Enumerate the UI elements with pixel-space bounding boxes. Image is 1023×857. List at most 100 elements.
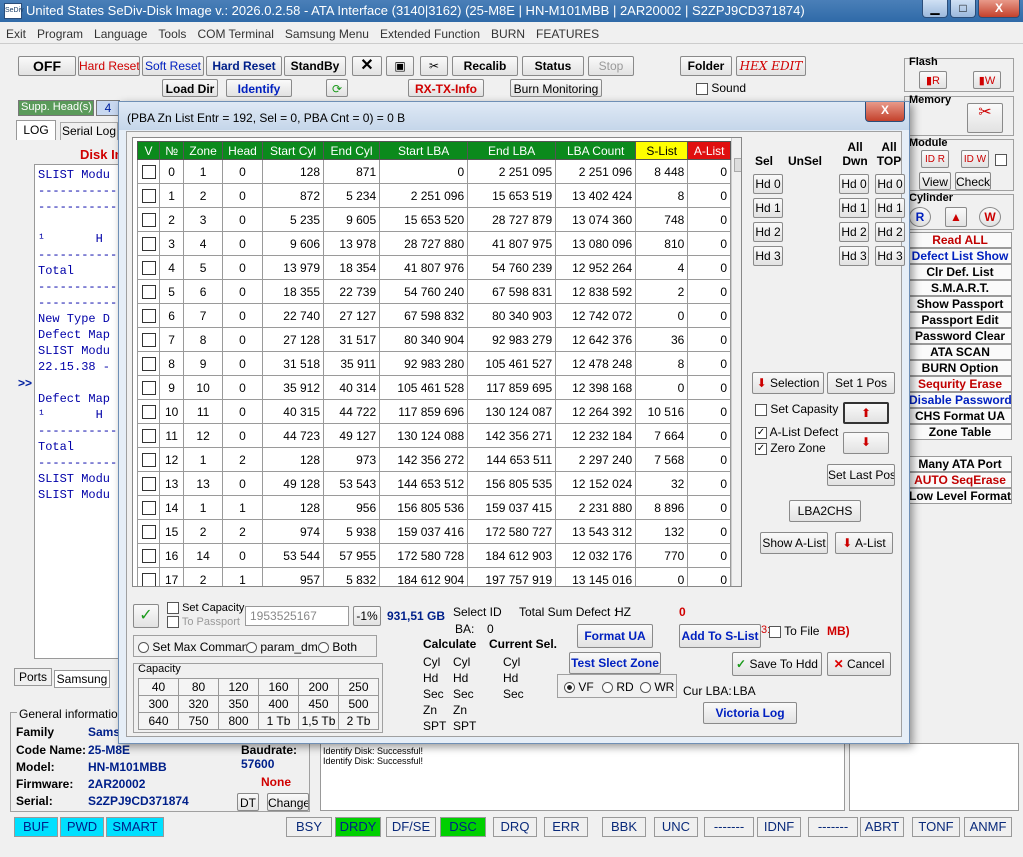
capacity-preset-button[interactable]: 640 bbox=[138, 712, 179, 730]
capacity-preset-button[interactable]: 800 bbox=[218, 712, 259, 730]
alist-button[interactable]: ⬇ A-List bbox=[835, 532, 893, 554]
tab-ports[interactable]: Ports bbox=[14, 668, 52, 686]
hard-reset-button[interactable]: Hard Reset bbox=[206, 56, 282, 76]
sound-checkbox[interactable]: Sound bbox=[696, 81, 746, 95]
checkbox-box[interactable] bbox=[141, 260, 156, 275]
change-button[interactable]: Change bbox=[267, 793, 309, 811]
dwn-head-2-button[interactable]: Hd 2 bbox=[839, 222, 869, 242]
capacity-preset-button[interactable]: 250 bbox=[338, 678, 379, 696]
capacity-preset-button[interactable]: 320 bbox=[178, 695, 219, 713]
row-checkbox[interactable] bbox=[137, 471, 160, 496]
table-row[interactable]: 4 5 0 13 979 18 354 41 807 976 54 760 239 12 95… bbox=[137, 255, 731, 280]
row-checkbox[interactable] bbox=[137, 159, 160, 184]
column-header[interactable]: End LBA bbox=[467, 141, 557, 160]
minimize-button[interactable]: ▁ bbox=[922, 0, 948, 18]
checkbox-box[interactable] bbox=[141, 404, 156, 419]
checkbox-box[interactable] bbox=[141, 548, 156, 563]
set-1-pos-button[interactable]: Set 1 Pos bbox=[827, 372, 895, 394]
dwn-head-1-button[interactable]: Hd 1 bbox=[839, 198, 869, 218]
capacity-preset-button[interactable]: 1,5 Tb bbox=[298, 712, 339, 730]
column-header[interactable]: Start Cyl bbox=[262, 141, 324, 160]
dwn-head-0-button[interactable]: Hd 0 bbox=[839, 174, 869, 194]
capacity-preset-button[interactable]: 750 bbox=[178, 712, 219, 730]
rd-radio[interactable]: RD bbox=[602, 680, 634, 694]
zero-zone-checkbox[interactable]: ✓ Zero Zone bbox=[755, 441, 826, 455]
checkbox-box[interactable] bbox=[141, 380, 156, 395]
menu-item-tools[interactable]: Tools bbox=[152, 24, 191, 41]
table-row[interactable]: 2305 235 9 605 15 653 520 28 727 879 13 074 … bbox=[137, 207, 731, 232]
side-read-all-button[interactable]: Read ALL bbox=[908, 232, 1012, 248]
set-capacity-checkbox[interactable]: Set Capacity bbox=[167, 602, 244, 615]
column-header[interactable]: V bbox=[137, 141, 160, 160]
table-row[interactable]: 12 1 2 128 973 142 356 272 144 653 511 2 297 24… bbox=[137, 447, 731, 472]
sel-head-1-button[interactable]: Hd 1 bbox=[753, 198, 783, 218]
module-checkbox[interactable] bbox=[995, 152, 1007, 166]
table-row[interactable]: 9 10 0 35 912 40 314 105 461 528 117 859 695 12… bbox=[137, 375, 731, 400]
row-checkbox[interactable] bbox=[137, 255, 160, 280]
table-row[interactable]: 5 6 0 18 355 22 739 54 760 240 67 598 831 12 83… bbox=[137, 279, 731, 304]
row-checkbox[interactable] bbox=[137, 543, 160, 568]
rx-tx-info-button[interactable]: RX-TX-Info bbox=[408, 79, 484, 97]
soft-reset-button[interactable]: Soft Reset bbox=[142, 56, 204, 76]
save-disk-icon[interactable]: ▣ bbox=[386, 56, 414, 76]
add-to-slist-button[interactable]: Add To S-List bbox=[679, 624, 761, 648]
menu-item-samsung-menu[interactable]: Samsung Menu bbox=[279, 24, 374, 41]
checkbox-box[interactable] bbox=[141, 188, 156, 203]
alist-defect-checkbox[interactable]: ✓ A-List Defect bbox=[755, 425, 838, 439]
side-low-level-format-button[interactable]: Low Level Format bbox=[908, 488, 1012, 504]
checkbox-box[interactable] bbox=[141, 332, 156, 347]
format-ua-button[interactable]: Format UA bbox=[577, 624, 653, 648]
top-head-0-button[interactable]: Hd 0 bbox=[875, 174, 905, 194]
capacity-input[interactable]: 1953525167 bbox=[245, 606, 349, 626]
refresh-icon[interactable]: ⟳ bbox=[326, 79, 348, 97]
table-row[interactable]: 16 14 0 53 544 57 955 172 580 728 184 612 903 1… bbox=[137, 543, 731, 568]
side-defect-list-show-button[interactable]: Defect List Show bbox=[908, 248, 1012, 264]
module-read-icon[interactable]: ID R bbox=[921, 150, 949, 168]
row-checkbox[interactable] bbox=[137, 567, 160, 586]
side-passport-edit-button[interactable]: Passport Edit bbox=[908, 312, 1012, 328]
row-checkbox[interactable] bbox=[137, 183, 160, 208]
burn-monitoring-button[interactable]: Burn Monitoring bbox=[510, 79, 602, 97]
sel-head-0-button[interactable]: Hd 0 bbox=[753, 174, 783, 194]
vf-radio[interactable]: VF bbox=[564, 680, 594, 694]
capacity-preset-button[interactable]: 1 Tb bbox=[258, 712, 299, 730]
side-show-passport-button[interactable]: Show Passport bbox=[908, 296, 1012, 312]
capacity-preset-button[interactable]: 500 bbox=[338, 695, 379, 713]
capacity-preset-button[interactable]: 160 bbox=[258, 678, 299, 696]
capacity-preset-button[interactable]: 400 bbox=[258, 695, 299, 713]
column-header[interactable]: № bbox=[158, 141, 185, 160]
row-checkbox[interactable] bbox=[137, 207, 160, 232]
side-auto-seqerase-button[interactable]: AUTO SeqErase bbox=[908, 472, 1012, 488]
table-row[interactable]: 8 9 0 31 518 35 911 92 983 280 105 461 527 12 4… bbox=[137, 351, 731, 376]
cylinder-read-icon[interactable]: R bbox=[909, 207, 931, 227]
table-row[interactable]: 15 2 2 974 5 938 159 037 416 172 580 727 13 543… bbox=[137, 519, 731, 544]
show-alist-button[interactable]: Show A-List bbox=[760, 532, 828, 554]
standby-button[interactable]: StandBy bbox=[284, 56, 346, 76]
checkbox-box[interactable] bbox=[141, 500, 156, 515]
side-burn-option-button[interactable]: BURN Option bbox=[908, 360, 1012, 376]
capacity-preset-button[interactable]: 450 bbox=[298, 695, 339, 713]
row-checkbox[interactable] bbox=[137, 375, 160, 400]
side-chs-format-ua-button[interactable]: CHS Format UA bbox=[908, 408, 1012, 424]
set-max-radio[interactable]: Set Max Command bbox=[138, 640, 255, 654]
to-passport-checkbox[interactable]: To Passport bbox=[167, 616, 240, 629]
load-dir-button[interactable]: Load Dir bbox=[162, 79, 218, 97]
checkbox-box[interactable] bbox=[141, 428, 156, 443]
cancel-button[interactable]: ✕ Cancel bbox=[827, 652, 891, 676]
menu-item-features[interactable]: FEATURES bbox=[530, 24, 604, 41]
tab-samsung[interactable]: Samsung bbox=[54, 670, 110, 688]
table-row[interactable]: 17 2 1 957 5 832 184 612 904 197 757 919 13 145… bbox=[137, 567, 731, 586]
table-row[interactable]: 1 2 0 872 5 234 2 251 096 15 653 519 13 402 424… bbox=[137, 183, 731, 208]
table-row[interactable]: 6 7 0 22 740 27 127 67 598 832 80 340 903 12 74… bbox=[137, 303, 731, 328]
top-head-2-button[interactable]: Hd 2 bbox=[875, 222, 905, 242]
identify-button[interactable]: Identify bbox=[226, 79, 292, 97]
sel-head-2-button[interactable]: Hd 2 bbox=[753, 222, 783, 242]
checkbox-box[interactable] bbox=[141, 524, 156, 539]
table-row[interactable]: 13 13 0 49 128 53 543 144 653 512 156 805 535 1… bbox=[137, 471, 731, 496]
table-row[interactable]: 3409 606 13 978 28 727 880 41 807 975 13 080… bbox=[137, 231, 731, 256]
column-header[interactable]: Start LBA bbox=[379, 141, 469, 160]
maximize-button[interactable]: □ bbox=[950, 0, 976, 18]
recalib-button[interactable]: Recalib bbox=[452, 56, 518, 76]
abort-x-icon[interactable]: ✕ bbox=[352, 56, 382, 76]
column-header[interactable]: LBA Count bbox=[555, 141, 637, 160]
